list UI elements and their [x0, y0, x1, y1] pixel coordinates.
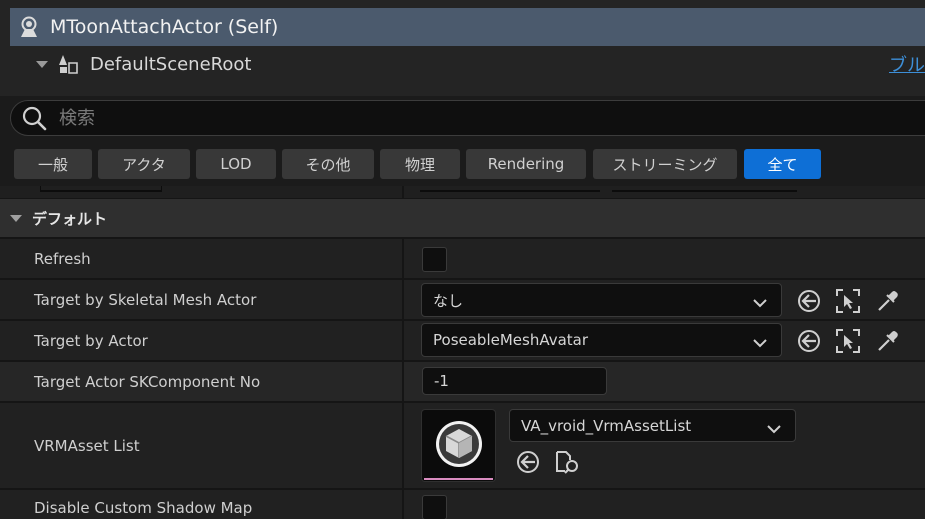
use-selected-arrow-icon[interactable]: [796, 328, 822, 354]
property-row-refresh: Refresh: [0, 237, 925, 278]
chevron-down-icon: [753, 334, 767, 352]
category-label: デフォルト: [32, 209, 108, 228]
property-name: Target by Skeletal Mesh Actor: [34, 290, 257, 309]
property-name: Target by Actor: [34, 331, 148, 350]
eyedropper-icon[interactable]: [875, 288, 901, 314]
edit-blueprint-link[interactable]: ブル: [889, 51, 925, 77]
component-row-self[interactable]: MToonAttachActor (Self): [10, 8, 925, 46]
property-row-disable-shadow: Disable Custom Shadow Map: [0, 488, 925, 519]
refresh-checkbox[interactable]: [422, 247, 447, 272]
property-row-vrm-asset-list: VRMAsset List VA_vroid_VrmAssetList: [0, 401, 925, 488]
expand-arrow-icon[interactable]: [36, 60, 48, 68]
property-name: VRMAsset List: [34, 436, 140, 455]
combo-value: なし: [433, 291, 464, 310]
filter-streaming-button[interactable]: ストリーミング: [593, 149, 737, 179]
select-in-viewport-icon[interactable]: [835, 328, 861, 354]
component-row-root[interactable]: DefaultSceneRoot ブル: [10, 46, 925, 82]
target-skeletal-combo[interactable]: なし: [421, 283, 782, 317]
filter-physics-button[interactable]: 物理: [380, 149, 460, 179]
combo-value: PoseableMeshAvatar: [433, 331, 589, 349]
scene-root-icon: [56, 52, 80, 76]
category-header-default[interactable]: デフォルト: [0, 199, 925, 237]
search-input[interactable]: [59, 107, 659, 129]
vrm-asset-combo[interactable]: VA_vroid_VrmAssetList: [509, 409, 796, 442]
property-name: Refresh: [34, 249, 91, 268]
chevron-down-icon: [753, 294, 767, 312]
search-icon: [21, 104, 49, 132]
property-row-target-skeletal: Target by Skeletal Mesh Actor なし: [0, 278, 925, 319]
property-name: Disable Custom Shadow Map: [34, 499, 253, 517]
component-self-label: MToonAttachActor (Self): [50, 16, 279, 38]
filter-actor-button[interactable]: アクタ: [98, 149, 190, 179]
search-box[interactable]: [10, 100, 925, 136]
filter-general-button[interactable]: 一般: [14, 149, 92, 179]
filter-rendering-button[interactable]: Rendering: [466, 149, 586, 179]
property-name: Target Actor SKComponent No: [34, 372, 261, 391]
details-search-area: [0, 96, 925, 142]
component-root-label: DefaultSceneRoot: [90, 53, 252, 75]
use-selected-arrow-icon[interactable]: [515, 449, 541, 475]
property-row-sk-component-no: Target Actor SKComponent No -1: [0, 360, 925, 401]
scrolled-partial-row: [0, 186, 925, 198]
filter-all-button[interactable]: 全て: [744, 149, 821, 179]
cube-asset-icon: [433, 418, 485, 474]
select-in-viewport-icon[interactable]: [835, 288, 861, 314]
asset-thumbnail[interactable]: [421, 409, 496, 482]
filter-misc-button[interactable]: その他: [282, 149, 374, 179]
combo-value: VA_vroid_VrmAssetList: [521, 416, 692, 435]
chevron-down-icon: [767, 420, 781, 438]
sk-component-number-field[interactable]: -1: [422, 367, 607, 395]
components-panel: MToonAttachActor (Self) DefaultSceneRoot…: [0, 0, 925, 96]
disable-shadow-checkbox[interactable]: [422, 495, 447, 519]
eyedropper-icon[interactable]: [875, 328, 901, 354]
browse-asset-icon[interactable]: [554, 449, 580, 475]
target-actor-combo[interactable]: PoseableMeshAvatar: [421, 323, 782, 357]
filter-lod-button[interactable]: LOD: [196, 149, 276, 179]
collapse-arrow-icon[interactable]: [10, 214, 22, 222]
actor-self-icon: [16, 14, 42, 40]
filter-bar: 一般 アクタ LOD その他 物理 Rendering ストリーミング 全て: [0, 142, 925, 186]
use-selected-arrow-icon[interactable]: [796, 288, 822, 314]
property-row-target-actor: Target by Actor PoseableMeshAvatar: [0, 319, 925, 360]
